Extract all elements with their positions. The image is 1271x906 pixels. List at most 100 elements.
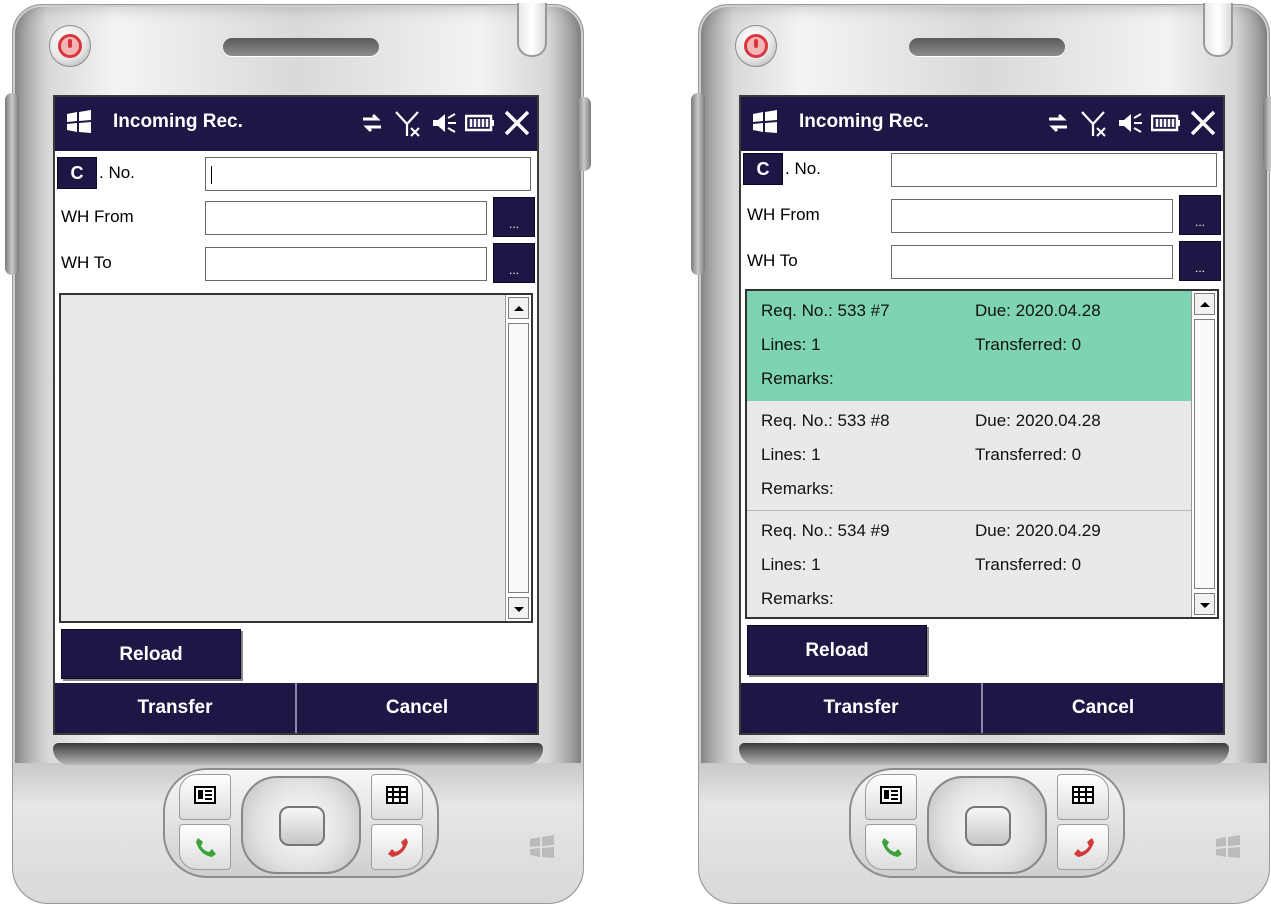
c-no-input[interactable]: [205, 157, 531, 191]
scroll-track[interactable]: [1194, 319, 1215, 589]
transfer-button[interactable]: Transfer: [741, 683, 981, 733]
power-button[interactable]: [735, 25, 777, 67]
wh-from-row: WH From ...: [743, 195, 1221, 235]
c-no-input[interactable]: [891, 153, 1217, 187]
call-key[interactable]: [865, 824, 917, 870]
no-signal-icon[interactable]: [1079, 108, 1109, 138]
windows-logo-icon: [1216, 835, 1240, 858]
screen: Incoming Rec. C . No. WH From ... WH To …: [739, 95, 1225, 735]
req-no: Req. No.: 533 #7: [761, 301, 890, 320]
transferred-count: Transferred: 0: [975, 555, 1082, 574]
wh-from-label: WH From: [747, 205, 820, 224]
bottom-menu-bar: Transfer Cancel: [55, 683, 537, 733]
list-item[interactable]: Req. No.: 533 #8 Due: 2020.04.28 Lines: …: [747, 401, 1191, 511]
list-item[interactable]: Req. No.: 533 #7 Due: 2020.04.28 Lines: …: [747, 291, 1191, 401]
scroll-track[interactable]: [508, 323, 529, 593]
scroll-up-icon[interactable]: [508, 297, 529, 319]
battery-icon[interactable]: [1151, 113, 1181, 133]
reload-button[interactable]: Reload: [747, 625, 927, 675]
req-no: Req. No.: 534 #9: [761, 521, 890, 540]
c-no-label: . No.: [785, 159, 821, 178]
no-signal-icon[interactable]: [393, 108, 423, 138]
directional-pad[interactable]: [241, 776, 361, 874]
end-call-key[interactable]: [371, 824, 423, 870]
directional-pad[interactable]: [927, 776, 1047, 874]
app-title: Incoming Rec.: [799, 111, 929, 132]
scroll-down-icon[interactable]: [1194, 593, 1215, 615]
wh-from-input[interactable]: [205, 201, 487, 235]
wh-from-browse-button[interactable]: ...: [1179, 195, 1221, 235]
dpad-center-button[interactable]: [965, 806, 1011, 846]
scrollbar[interactable]: [505, 295, 531, 621]
contacts-key[interactable]: [179, 774, 231, 820]
c-button[interactable]: C: [57, 157, 97, 189]
windows-flag-icon[interactable]: [751, 110, 779, 134]
request-list[interactable]: Req. No.: 533 #7 Due: 2020.04.28 Lines: …: [745, 289, 1219, 619]
sync-icon[interactable]: [359, 110, 385, 136]
side-button-left[interactable]: [5, 93, 19, 275]
list-item[interactable]: Req. No.: 534 #9 Due: 2020.04.29 Lines: …: [747, 511, 1191, 617]
calendar-key[interactable]: [371, 774, 423, 820]
close-icon[interactable]: [503, 109, 531, 137]
c-button[interactable]: C: [743, 153, 783, 185]
request-list-items: [61, 295, 505, 621]
stylus-slot: [1203, 3, 1233, 57]
lines-count: Lines: 1: [761, 555, 821, 574]
end-call-key[interactable]: [1057, 824, 1109, 870]
remarks: Remarks:: [761, 589, 834, 608]
speaker-grille: [223, 38, 379, 56]
wh-from-input[interactable]: [891, 199, 1173, 233]
calendar-key[interactable]: [1057, 774, 1109, 820]
wh-from-browse-button[interactable]: ...: [493, 197, 535, 237]
wh-to-browse-button[interactable]: ...: [1179, 241, 1221, 281]
bottom-menu-bar: Transfer Cancel: [741, 683, 1223, 733]
side-button-left[interactable]: [691, 93, 705, 275]
calendar-icon: [1072, 786, 1094, 804]
side-button-right[interactable]: [1263, 97, 1271, 171]
wh-from-label: WH From: [61, 207, 134, 226]
transfer-button[interactable]: Transfer: [55, 683, 295, 733]
lines-count: Lines: 1: [761, 335, 821, 354]
close-icon[interactable]: [1189, 109, 1217, 137]
wh-to-label: WH To: [747, 251, 798, 270]
dpad-center-button[interactable]: [279, 806, 325, 846]
battery-icon[interactable]: [465, 113, 495, 133]
c-no-row: C . No.: [57, 153, 535, 193]
speaker-icon[interactable]: [1117, 110, 1143, 136]
request-list[interactable]: [59, 293, 533, 623]
c-no-label: . No.: [99, 163, 135, 182]
reload-button[interactable]: Reload: [61, 629, 241, 679]
title-bar: Incoming Rec.: [741, 97, 1223, 151]
scroll-up-icon[interactable]: [1194, 293, 1215, 315]
phone-call-icon: [882, 838, 902, 857]
contacts-icon: [880, 786, 902, 804]
wh-to-input[interactable]: [205, 247, 487, 281]
wh-to-row: WH To ...: [743, 241, 1221, 281]
contacts-key[interactable]: [865, 774, 917, 820]
title-bar: Incoming Rec.: [55, 97, 537, 151]
hardware-keys: [163, 750, 439, 880]
stylus-slot: [517, 3, 547, 57]
cancel-button[interactable]: Cancel: [295, 683, 537, 733]
due-date: Due: 2020.04.28: [975, 411, 1101, 430]
transferred-count: Transferred: 0: [975, 335, 1082, 354]
wh-to-browse-button[interactable]: ...: [493, 243, 535, 283]
remarks: Remarks:: [761, 369, 834, 388]
scrollbar[interactable]: [1191, 291, 1217, 617]
windows-flag-icon[interactable]: [65, 110, 93, 134]
scroll-down-icon[interactable]: [508, 597, 529, 619]
side-button-right[interactable]: [577, 97, 591, 171]
calendar-icon: [386, 786, 408, 804]
wh-to-label: WH To: [61, 253, 112, 272]
cancel-button[interactable]: Cancel: [981, 683, 1223, 733]
wh-to-input[interactable]: [891, 245, 1173, 279]
power-icon: [744, 34, 768, 58]
call-key[interactable]: [179, 824, 231, 870]
wh-to-row: WH To ...: [57, 243, 535, 283]
speaker-icon[interactable]: [431, 110, 457, 136]
power-icon: [58, 34, 82, 58]
status-icons: [359, 105, 531, 141]
req-no: Req. No.: 533 #8: [761, 411, 890, 430]
power-button[interactable]: [49, 25, 91, 67]
sync-icon[interactable]: [1045, 110, 1071, 136]
